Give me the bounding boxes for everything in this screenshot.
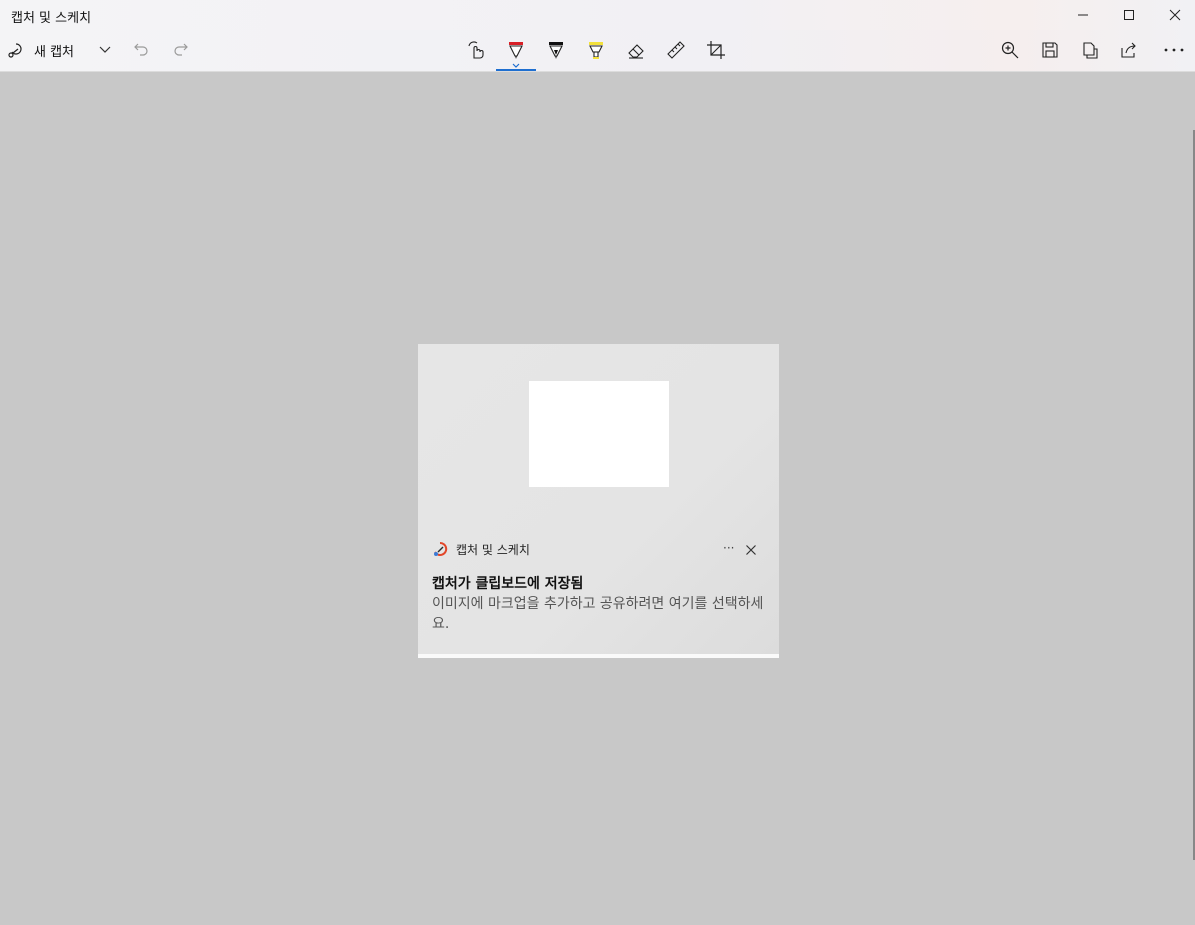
crop-button[interactable] [703,30,729,70]
notification-title: 캡처가 클립보드에 저장됨 [432,576,584,592]
redo-button[interactable] [168,30,194,70]
close-button[interactable] [1152,0,1195,30]
touch-writing-button[interactable] [463,30,489,70]
maximize-button[interactable] [1106,0,1152,30]
copy-button[interactable] [1077,30,1103,70]
highlighter-icon [589,42,603,59]
undo-icon [134,43,148,56]
notification-body: 이미지에 마크업을 추가하고 공유하려면 여기를 선택하세요. [432,596,764,632]
window-title: 캡처 및 스케치 [11,11,92,26]
close-icon [746,545,756,555]
save-icon [1042,42,1058,58]
close-icon [1169,9,1181,21]
copy-icon [1083,42,1098,59]
notification-more-button[interactable]: ··· [723,541,734,555]
pencil-button[interactable] [543,30,569,70]
snip-icon [8,43,22,58]
active-tool-indicator [496,69,536,71]
new-capture-label: 새 캡처 [34,44,75,60]
title-bar: 캡처 및 스케치 [0,0,1195,30]
maximize-icon [1124,10,1134,20]
touch-writing-icon [468,41,484,59]
highlighter-button[interactable] [583,30,609,70]
notification-header: 캡처 및 스케치 [432,540,530,558]
zoom-in-icon [1001,41,1019,59]
pencil-icon [549,42,563,59]
eraser-button[interactable] [623,30,649,70]
capture-notification[interactable]: 캡처 및 스케치 ··· 캡처가 클립보드에 저장됨 이미지에 마크업을 추가하… [418,344,779,658]
capture-mode-dropdown[interactable] [94,30,116,70]
minimize-button[interactable] [1060,0,1106,30]
share-button[interactable] [1116,30,1142,70]
ruler-button[interactable] [663,30,689,70]
minimize-icon [1078,14,1088,16]
more-icon [1164,48,1184,52]
snip-sketch-app-icon [434,541,448,556]
ballpoint-pen-icon [509,42,523,59]
zoom-in-button[interactable] [997,30,1023,70]
eraser-icon [628,44,644,59]
share-icon [1121,42,1136,58]
more-options-button[interactable] [1160,30,1188,70]
new-capture-button[interactable]: 새 캡처 [6,30,98,70]
ruler-icon [667,41,685,59]
capture-preview[interactable] [529,381,669,487]
notification-close-button[interactable] [745,541,757,560]
undo-button[interactable] [128,30,154,70]
chevron-down-icon [99,46,111,53]
crop-icon [707,41,725,59]
notification-footer-bar [418,654,779,658]
redo-icon [174,43,188,56]
notification-app-name: 캡처 및 스케치 [456,542,530,557]
tool-options-chevron-icon [512,63,520,68]
save-button[interactable] [1037,30,1063,70]
toolbar: 새 캡처 [0,30,1195,72]
